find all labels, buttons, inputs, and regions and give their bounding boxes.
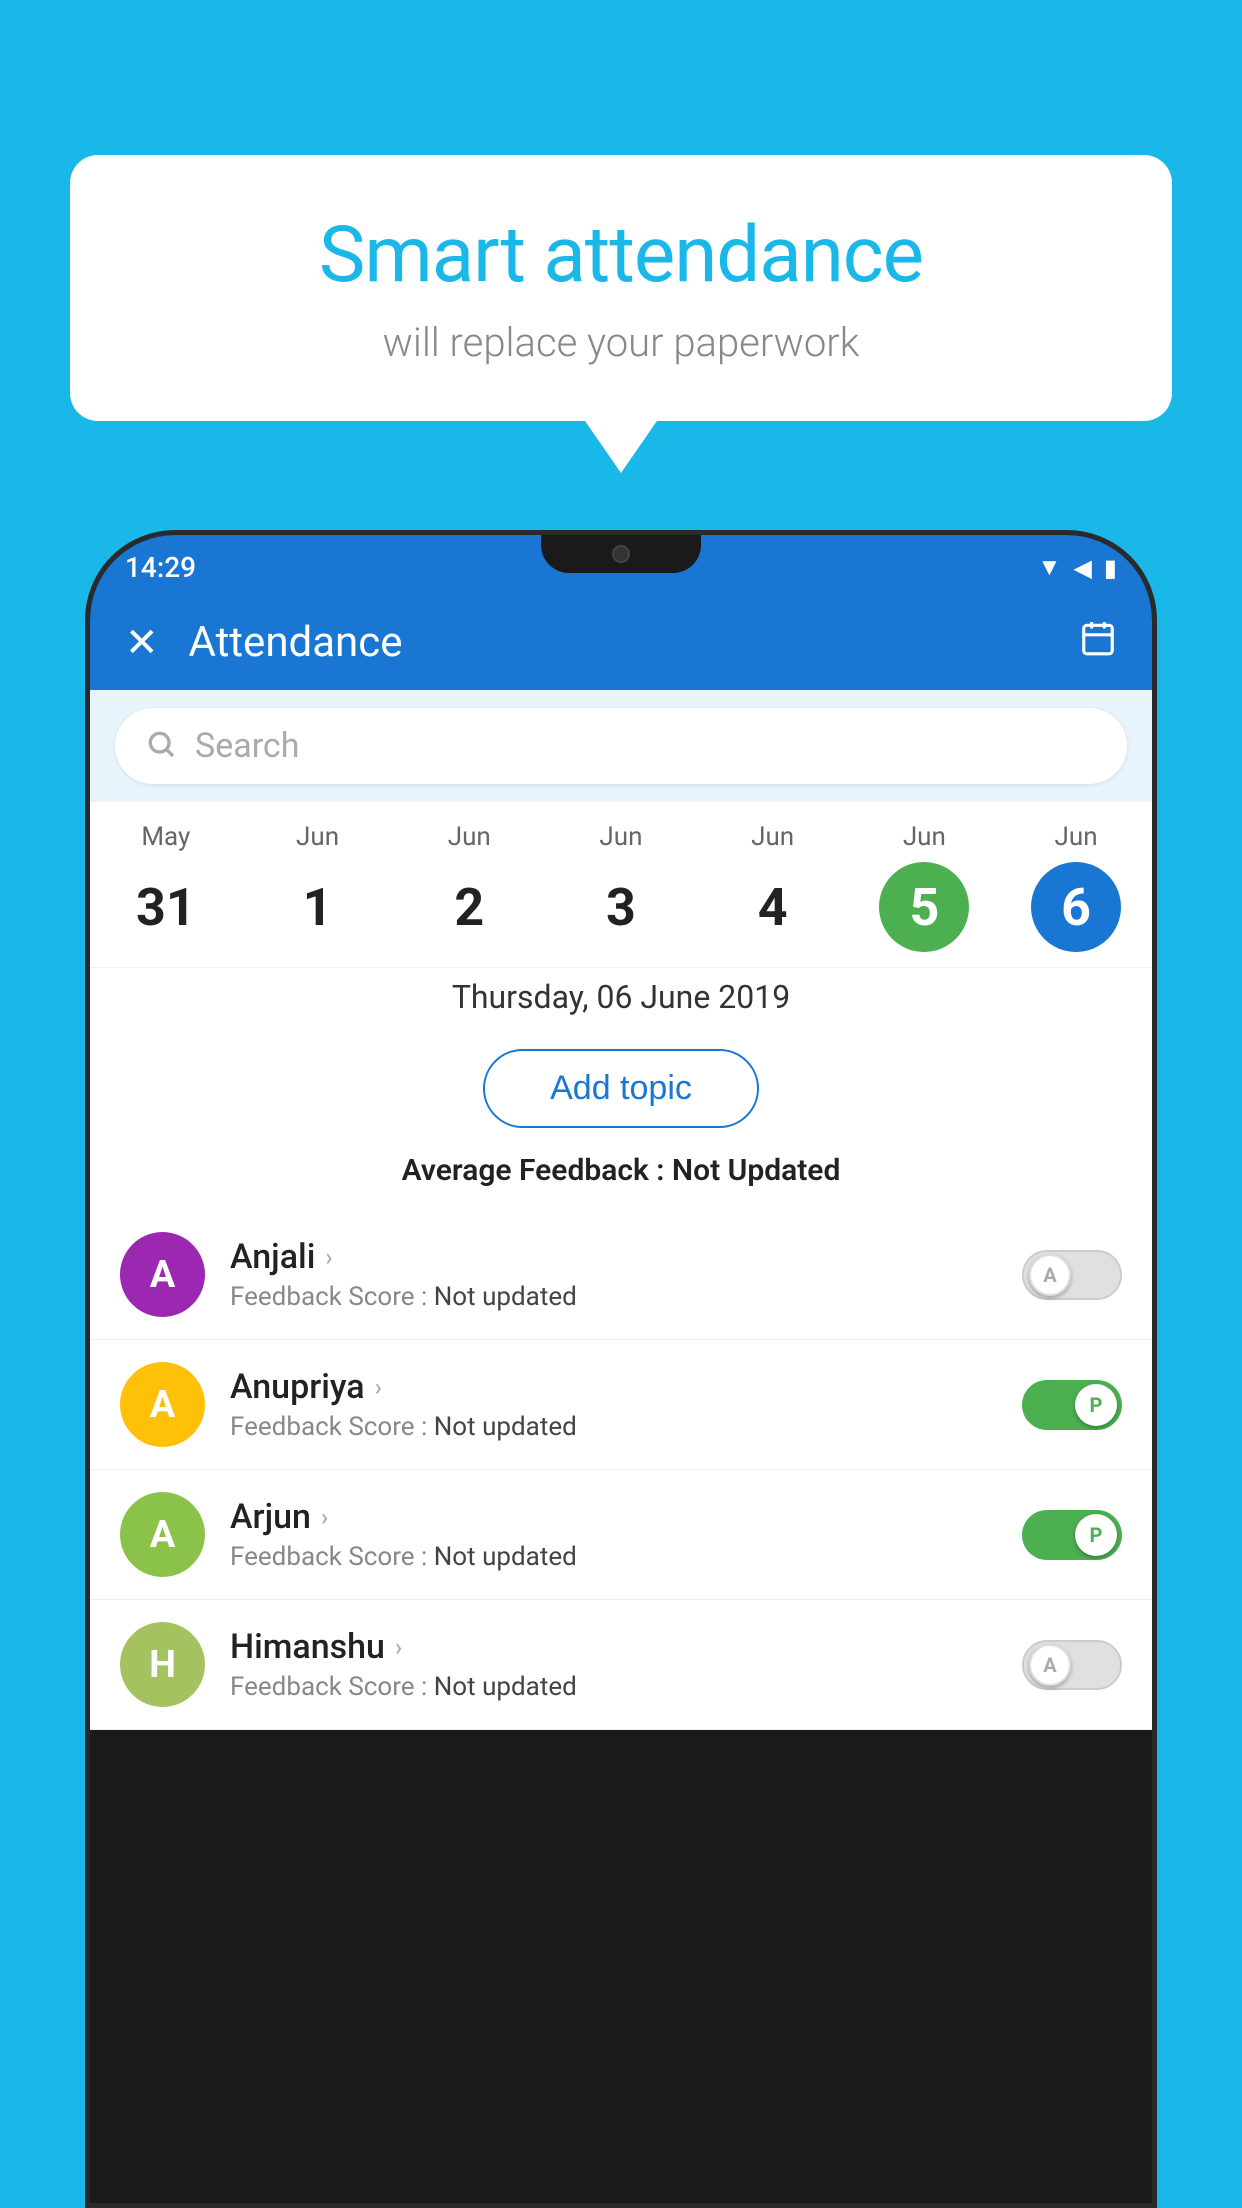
avatar: A <box>120 1492 205 1577</box>
calendar-icon[interactable] <box>1079 619 1117 666</box>
day-month-label: Jun <box>448 822 491 852</box>
toggle-knob: P <box>1075 1514 1117 1556</box>
search-icon <box>145 728 177 764</box>
day-number[interactable]: 6 <box>1031 862 1121 952</box>
phone-screen: 14:29 ▼ ◀ ▮ ✕ Attendance <box>90 535 1152 2203</box>
student-item[interactable]: A Anupriya › Feedback Score : Not updated P <box>90 1340 1152 1470</box>
toggle-knob: A <box>1029 1644 1071 1686</box>
speech-bubble-container: Smart attendance will replace your paper… <box>70 155 1172 421</box>
day-number[interactable]: 31 <box>121 862 211 952</box>
day-month-label: Jun <box>296 822 339 852</box>
camera-dot <box>612 545 630 563</box>
day-month-label: Jun <box>903 822 946 852</box>
student-list: AAnjali ›Feedback Score : Not updatedAAA… <box>90 1210 1152 1730</box>
search-bar[interactable]: Search <box>115 708 1127 784</box>
phone-notch <box>541 535 701 573</box>
student-name: Anjali › <box>230 1237 997 1277</box>
speech-bubble: Smart attendance will replace your paper… <box>70 155 1172 421</box>
chevron-right-icon: › <box>375 1373 382 1401</box>
student-info: Himanshu › Feedback Score : Not updated <box>230 1627 997 1702</box>
student-info: Arjun › Feedback Score : Not updated <box>230 1497 997 1572</box>
signal-icon: ◀ <box>1073 554 1091 582</box>
avatar: A <box>120 1362 205 1447</box>
toggle-knob: P <box>1075 1384 1117 1426</box>
day-number[interactable]: 3 <box>576 862 666 952</box>
avatar: A <box>120 1232 205 1317</box>
student-feedback: Feedback Score : Not updated <box>230 1282 997 1312</box>
student-item[interactable]: A Arjun › Feedback Score : Not updated P <box>90 1470 1152 1600</box>
app-header: ✕ Attendance <box>90 595 1152 690</box>
student-info: Anjali › Feedback Score : Not updated <box>230 1237 997 1312</box>
attendance-toggle[interactable]: A <box>1022 1250 1122 1300</box>
chevron-right-icon: › <box>395 1633 402 1661</box>
calendar-day[interactable]: Jun 3 <box>556 822 686 952</box>
day-number[interactable]: 5 <box>879 862 969 952</box>
student-feedback: Feedback Score : Not updated <box>230 1412 997 1442</box>
attendance-toggle[interactable]: P <box>1022 1380 1122 1430</box>
calendar-day[interactable]: Jun 2 <box>404 822 534 952</box>
calendar-day[interactable]: Jun 6 <box>1011 822 1141 952</box>
day-number[interactable]: 2 <box>424 862 514 952</box>
close-button[interactable]: ✕ <box>125 619 159 666</box>
battery-icon: ▮ <box>1104 554 1117 582</box>
search-input[interactable]: Search <box>195 726 299 766</box>
attendance-toggle[interactable]: A <box>1022 1640 1122 1690</box>
chevron-right-icon: › <box>321 1503 328 1531</box>
wifi-icon: ▼ <box>1038 553 1062 582</box>
student-feedback: Feedback Score : Not updated <box>230 1672 997 1702</box>
selected-date: Thursday, 06 June 2019 <box>90 967 1152 1034</box>
bubble-subtitle: will replace your paperwork <box>130 319 1112 366</box>
add-topic-container: Add topic <box>90 1034 1152 1148</box>
chevron-right-icon: › <box>325 1243 332 1271</box>
day-number[interactable]: 1 <box>273 862 363 952</box>
status-icons: ▼ ◀ ▮ <box>1038 553 1117 582</box>
day-month-label: May <box>141 822 190 852</box>
page-title: Attendance <box>189 618 1049 667</box>
student-item[interactable]: H Himanshu › Feedback Score : Not updated A <box>90 1600 1152 1730</box>
toggle-knob: A <box>1029 1254 1071 1296</box>
student-name: Arjun › <box>230 1497 997 1537</box>
day-number[interactable]: 4 <box>728 862 818 952</box>
phone-frame: 14:29 ▼ ◀ ▮ ✕ Attendance <box>85 530 1157 2208</box>
add-topic-button[interactable]: Add topic <box>483 1049 759 1128</box>
avg-feedback: Average Feedback : Not Updated <box>90 1148 1152 1210</box>
calendar-day[interactable]: Jun 1 <box>253 822 383 952</box>
day-month-label: Jun <box>599 822 642 852</box>
calendar-day[interactable]: May 31 <box>101 822 231 952</box>
bubble-title: Smart attendance <box>130 210 1112 301</box>
student-item[interactable]: A Anjali › Feedback Score : Not updated A <box>90 1210 1152 1340</box>
avg-feedback-value: Not Updated <box>672 1153 840 1188</box>
status-time: 14:29 <box>125 551 196 584</box>
avg-feedback-label: Average Feedback : <box>402 1153 672 1188</box>
search-container: Search <box>90 690 1152 802</box>
calendar-day[interactable]: Jun 4 <box>708 822 838 952</box>
student-info: Anupriya › Feedback Score : Not updated <box>230 1367 997 1442</box>
day-month-label: Jun <box>751 822 794 852</box>
day-month-label: Jun <box>1055 822 1098 852</box>
calendar-strip: May 31 Jun 1 Jun 2 Jun 3 Jun 4 Jun 5 Jun 6 <box>90 802 1152 967</box>
calendar-day[interactable]: Jun 5 <box>859 822 989 952</box>
attendance-toggle[interactable]: P <box>1022 1510 1122 1560</box>
student-name: Himanshu › <box>230 1627 997 1667</box>
student-name: Anupriya › <box>230 1367 997 1407</box>
avatar: H <box>120 1622 205 1707</box>
student-feedback: Feedback Score : Not updated <box>230 1542 997 1572</box>
